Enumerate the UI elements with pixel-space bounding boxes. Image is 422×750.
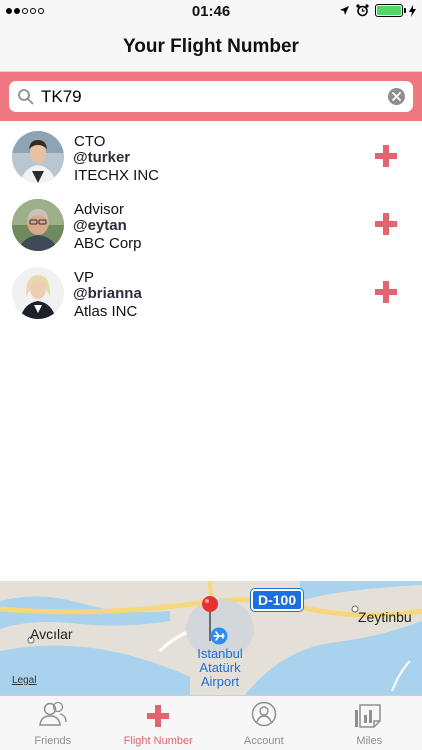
search-bar-container: TK79 [0,72,422,121]
tab-flight-number[interactable]: Flight Number [106,696,212,750]
avatar [12,199,64,251]
navigation-bar: Your Flight Number [0,22,422,72]
contact-handle: @turker [73,149,131,166]
search-icon [18,89,34,105]
contact-role: VP [74,269,95,286]
map-legal-link[interactable]: Legal [12,675,36,686]
contact-company: ABC Corp [74,235,142,252]
tab-account[interactable]: Account [211,696,317,750]
search-input[interactable]: TK79 [9,81,413,112]
tab-miles[interactable]: Miles [317,696,422,750]
location-arrow-icon [340,6,349,15]
map-label-west: Avcılar [30,626,73,642]
account-icon [251,701,276,727]
contact-company: Atlas INC [74,303,138,320]
battery-icon [375,4,406,17]
alarm-icon [356,4,369,17]
status-bar: 01:46 [0,0,422,22]
add-contact-button[interactable] [375,145,397,167]
tab-label-flight-number: Flight Number [123,735,193,747]
charging-bolt-icon [409,4,416,17]
tab-label-account: Account [243,735,284,747]
airport-label: Istanbul Atatürk Airport [197,646,243,689]
map-label-east: Zeytinbu [358,609,412,625]
contact-role: Advisor [74,201,125,218]
clear-search-icon[interactable] [388,88,405,105]
page-title: Your Flight Number [123,36,299,57]
contact-company: ITECHX INC [74,167,160,184]
result-list: CTO @turker ITECHX INC Advisor @eytan AB… [0,121,422,325]
list-item[interactable]: VP @brianna Atlas INC [0,257,422,325]
tab-label-miles: Miles [356,735,383,747]
add-contact-button[interactable] [375,281,397,303]
contact-role: CTO [74,133,106,150]
avatar [12,267,64,319]
friends-icon [38,701,67,726]
airport-map[interactable]: Avcılar Zeytinbu D-100 Istanbul Atatürk … [0,581,422,695]
contact-handle: @brianna [73,285,142,302]
miles-icon [355,704,381,728]
airport-icon[interactable] [210,627,228,645]
list-item[interactable]: CTO @turker ITECHX INC [0,121,422,189]
list-item[interactable]: Advisor @eytan ABC Corp [0,189,422,257]
road-badge: D-100 [251,589,304,611]
add-contact-button[interactable] [375,213,397,235]
search-query: TK79 [41,87,82,106]
plus-icon [147,705,170,727]
tab-label-friends: Friends [34,735,72,747]
contact-handle: @eytan [73,217,127,234]
avatar [12,131,64,183]
tab-friends[interactable]: Friends [0,696,106,750]
tab-bar: Friends Flight Number Account Miles [0,695,422,750]
